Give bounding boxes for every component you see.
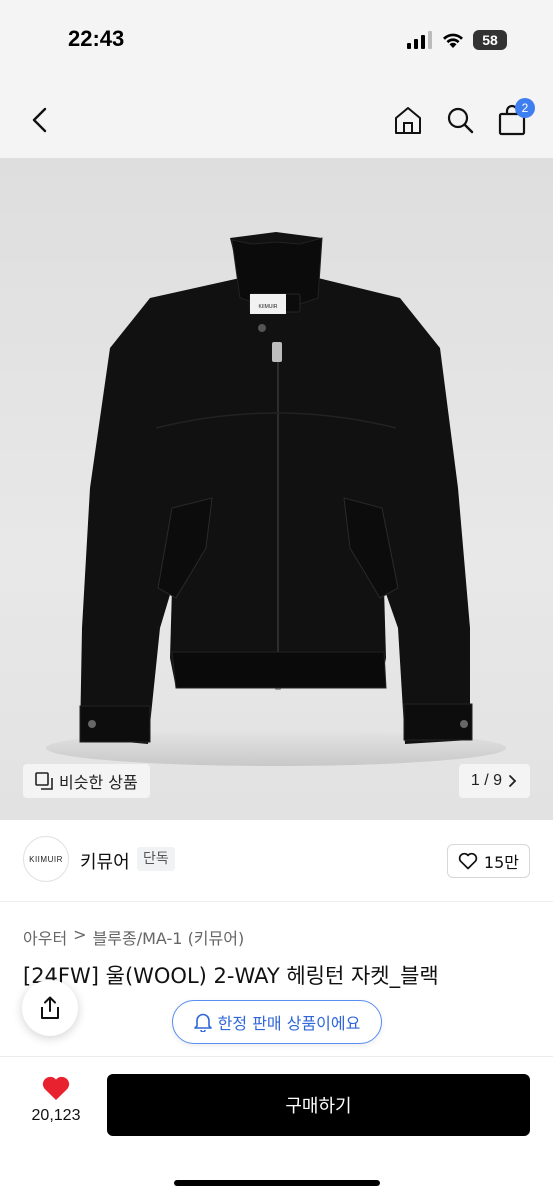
search-icon bbox=[447, 107, 474, 134]
heart-outline-icon bbox=[458, 852, 478, 870]
chevron-right-icon bbox=[509, 775, 517, 787]
wishlist-button[interactable]: 20,123 bbox=[24, 1075, 88, 1125]
image-counter[interactable]: 1 / 9 bbox=[458, 764, 530, 798]
similar-items-icon bbox=[35, 772, 53, 790]
brand-name[interactable]: 키뮤어 bbox=[80, 848, 130, 874]
nav-bar: 2 bbox=[0, 84, 553, 158]
breadcrumb: 아우터 > 블루종/MA-1 (키뮤어) bbox=[23, 925, 244, 949]
status-time: 22:43 bbox=[68, 26, 125, 51]
exclusive-badge: 단독 bbox=[137, 847, 175, 871]
product-image-carousel[interactable]: KIIMUIR 비슷한 상품 1 / 9 bbox=[0, 158, 553, 820]
heart-filled-icon bbox=[42, 1076, 70, 1100]
breadcrumb-item[interactable]: 아우터 bbox=[23, 925, 67, 949]
share-icon bbox=[41, 996, 59, 1019]
cart-button[interactable]: 2 bbox=[495, 98, 535, 138]
cart-badge: 2 bbox=[515, 98, 535, 118]
breadcrumb-item[interactable]: 블루종/MA-1 (키뮤어) bbox=[93, 925, 245, 949]
similar-products-label: 비슷한 상품 bbox=[59, 773, 138, 792]
brand-logo[interactable]: KIIMUIR bbox=[23, 836, 69, 882]
similar-products-button[interactable]: 비슷한 상품 bbox=[23, 764, 150, 798]
wishlist-count: 20,123 bbox=[31, 1107, 81, 1124]
home-button[interactable] bbox=[391, 102, 425, 138]
image-counter-text: 1 / 9 bbox=[470, 772, 502, 789]
breadcrumb-separator: > bbox=[73, 925, 87, 944]
status-icons: 58 bbox=[407, 30, 507, 50]
bell-icon bbox=[193, 1013, 212, 1032]
home-icon bbox=[395, 107, 421, 134]
share-button[interactable] bbox=[22, 980, 78, 1036]
back-button[interactable] bbox=[24, 102, 60, 138]
limited-sale-text: 한정 판매 상품이에요 bbox=[217, 1014, 361, 1033]
jacket-image: KIIMUIR bbox=[46, 232, 506, 766]
buy-button[interactable]: 구매하기 bbox=[107, 1074, 530, 1136]
product-title: [24FW] 울(WOOL) 2-WAY 헤링턴 자켓_블랙 bbox=[23, 964, 439, 988]
signal-icon bbox=[407, 31, 432, 49]
home-indicator bbox=[174, 1180, 380, 1186]
chevron-left-icon bbox=[32, 107, 47, 133]
brand-like-count: 15만 bbox=[483, 853, 519, 872]
wifi-icon bbox=[443, 33, 463, 48]
bottom-purchase-bar: 20,123 구매하기 bbox=[0, 1056, 553, 1200]
battery-indicator: 58 bbox=[473, 30, 507, 50]
brand-like-button[interactable]: 15만 bbox=[446, 844, 530, 878]
brand-row: KIIMUIR 키뮤어 단독 15만 bbox=[0, 820, 553, 902]
status-bar: 22:43 58 bbox=[0, 0, 553, 84]
search-button[interactable] bbox=[443, 102, 477, 138]
limited-sale-banner[interactable]: 한정 판매 상품이에요 bbox=[172, 1000, 382, 1044]
jacket-label-text: KIIMUIR bbox=[259, 304, 278, 310]
brand-logo-text: KIIMUIR bbox=[29, 854, 63, 864]
